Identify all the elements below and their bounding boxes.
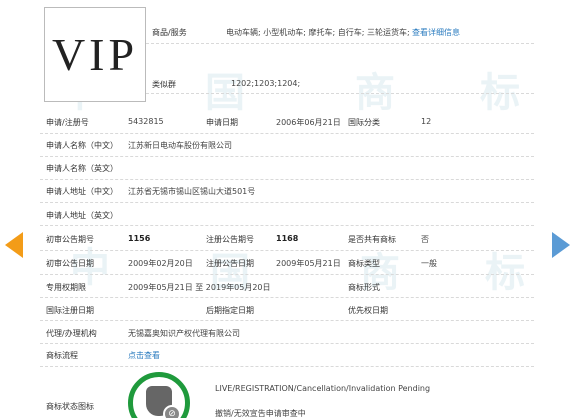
- publication-row: 初审公告期号 1156 注册公告期号 1168 是否共有商标 否: [40, 227, 534, 251]
- publication-date-row: 初审公告日期 2009年02月20日 注册公告日期 2009年05月21日 商标…: [40, 252, 534, 275]
- address-cn-value: 江苏省无锡市锡山区锡山大道501号: [128, 187, 256, 196]
- address-en-label: 申请人地址（英文）: [46, 211, 118, 220]
- similar-row: 类似群 1202;1203;1204;: [146, 72, 534, 94]
- applicant-cn-value: 江苏新日电动车股份有限公司: [128, 141, 232, 150]
- agent-label: 代理/办理机构: [46, 329, 97, 338]
- process-row: 商标流程 点击查看: [40, 345, 534, 367]
- app-number-label: 申请/注册号: [46, 118, 89, 127]
- term-value: 2009年05月21日 至 2019年05月20日: [128, 283, 271, 292]
- status-text-en: LIVE/REGISTRATION/Cancellation/Invalidat…: [215, 384, 431, 393]
- intl-reg-date-label: 国际注册日期: [46, 306, 94, 315]
- prev-arrow-icon[interactable]: [5, 232, 23, 258]
- app-number-value: 5432815: [128, 117, 164, 126]
- mark-type-label: 商标类型: [348, 259, 380, 268]
- goods-value: 电动车辆; 小型机动车; 摩托车; 自行车; 三轮运货车;: [226, 28, 410, 37]
- process-label: 商标流程: [46, 351, 78, 360]
- reg-pub-date-label: 注册公告日期: [206, 259, 254, 268]
- process-view-link[interactable]: 点击查看: [128, 350, 160, 361]
- reg-pub-date-value: 2009年05月21日: [276, 259, 341, 268]
- mark-form-label: 商标形式: [348, 283, 380, 292]
- status-text-cn: 撤销/无效宣告申请审查中: [215, 409, 306, 418]
- similar-value: 1202;1203;1204;: [231, 79, 301, 88]
- later-designation-label: 后期指定日期: [206, 306, 254, 315]
- application-row: 申请/注册号 5432815 申请日期 2006年06月21日 国际分类 12: [40, 112, 534, 134]
- prelim-pub-date-label: 初审公告日期: [46, 259, 94, 268]
- mark-type-value: 一般: [421, 259, 437, 268]
- app-date-value: 2006年06月21日: [276, 118, 341, 127]
- reg-pub-no-label: 注册公告期号: [206, 235, 254, 244]
- applicant-cn-label: 申请人名称（中文）: [46, 141, 118, 150]
- prelim-pub-date-value: 2009年02月20日: [128, 259, 193, 268]
- address-en-row: 申请人地址（英文）: [40, 204, 534, 226]
- agent-value: 无锡嘉奥知识产权代理有限公司: [128, 329, 240, 338]
- address-cn-row: 申请人地址（中文） 江苏省无锡市锡山区锡山大道501号: [40, 180, 534, 203]
- applicant-en-row: 申请人名称（英文）: [40, 158, 534, 180]
- address-cn-label: 申请人地址（中文）: [46, 187, 118, 196]
- term-label: 专用权期限: [46, 283, 86, 292]
- status-seal-icon: ⊘: [128, 372, 190, 418]
- next-arrow-icon[interactable]: [552, 232, 570, 258]
- prelim-pub-no-label: 初审公告期号: [46, 235, 94, 244]
- shared-mark-value: 否: [421, 235, 429, 244]
- applicant-en-label: 申请人名称（英文）: [46, 164, 118, 173]
- term-row: 专用权期限 2009年05月21日 至 2019年05月20日 商标形式: [40, 276, 534, 298]
- applicant-cn-row: 申请人名称（中文） 江苏新日电动车股份有限公司: [40, 135, 534, 157]
- priority-date-label: 优先权日期: [348, 306, 388, 315]
- intl-class-value: 12: [421, 117, 432, 126]
- trademark-logo-text: VIP: [51, 29, 139, 80]
- shared-mark-label: 是否共有商标: [348, 235, 396, 244]
- status-label: 商标状态图标: [46, 402, 94, 411]
- goods-row: 商品/服务 电动车辆; 小型机动车; 摩托车; 自行车; 三轮运货车; 查看详细…: [146, 22, 534, 44]
- goods-detail-link[interactable]: 查看详细信息: [412, 27, 460, 38]
- trademark-image: VIP: [44, 7, 146, 102]
- agent-row: 代理/办理机构 无锡嘉奥知识产权代理有限公司: [40, 322, 534, 344]
- similar-label: 类似群: [152, 80, 176, 89]
- intl-class-label: 国际分类: [348, 118, 380, 127]
- intl-reg-row: 国际注册日期 后期指定日期 优先权日期: [40, 299, 534, 321]
- goods-label: 商品/服务: [152, 28, 187, 37]
- status-cancel-badge: ⊘: [163, 405, 181, 418]
- prelim-pub-no-value: 1156: [128, 234, 151, 243]
- app-date-label: 申请日期: [206, 118, 238, 127]
- reg-pub-no-value: 1168: [276, 234, 299, 243]
